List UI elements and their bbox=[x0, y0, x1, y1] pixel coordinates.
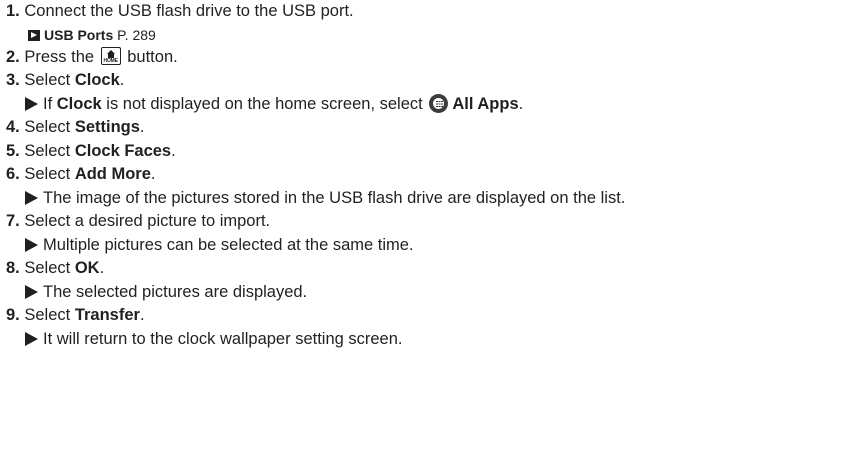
step-number: 5. bbox=[6, 141, 20, 160]
instruction-page: 1. Connect the USB flash drive to the US… bbox=[0, 0, 857, 459]
step-text-post: . bbox=[99, 259, 105, 277]
step-keyword: Clock bbox=[74, 71, 120, 89]
step-text-post: . bbox=[139, 306, 145, 324]
step-9-note: It will return to the clock wallpaper se… bbox=[6, 328, 857, 352]
step-text-pre: Press the bbox=[24, 47, 95, 66]
bullet-triangle-icon bbox=[25, 284, 38, 299]
step-number: 9. bbox=[6, 306, 20, 324]
step-number: 2. bbox=[6, 47, 20, 66]
step-text-pre: Select bbox=[24, 118, 71, 136]
step-7: 7. Select a desired picture to import. bbox=[6, 210, 857, 234]
step-9: 9. Select Transfer. bbox=[6, 304, 857, 328]
step-text-pre: Select bbox=[24, 141, 71, 160]
step-text-pre: Select bbox=[24, 71, 71, 89]
step-text-post: . bbox=[139, 118, 145, 136]
step-5: 5. Select Clock Faces. bbox=[6, 140, 857, 164]
reference-page: P. 289 bbox=[117, 26, 156, 43]
step-3-note: If Clock is not displayed on the home sc… bbox=[6, 93, 857, 117]
step-number: 1. bbox=[6, 2, 20, 20]
reference-link[interactable]: USB Ports bbox=[44, 27, 113, 43]
step-text-post: . bbox=[171, 141, 176, 160]
bullet-triangle-icon bbox=[25, 331, 38, 346]
note-text-pre: If bbox=[43, 94, 53, 113]
step-6-note: The image of the pictures stored in the … bbox=[6, 187, 857, 211]
note-keyword: Clock bbox=[56, 94, 102, 113]
step-1: 1. Connect the USB flash drive to the US… bbox=[6, 0, 857, 24]
reference-arrow-icon bbox=[28, 29, 40, 41]
step-keyword: Transfer bbox=[74, 306, 140, 324]
step-number: 3. bbox=[6, 71, 20, 89]
note-text: Multiple pictures can be selected at the… bbox=[43, 235, 414, 254]
bullet-triangle-icon bbox=[25, 190, 38, 205]
step-text-pre: Select bbox=[24, 306, 71, 324]
step-text: Connect the USB flash drive to the USB p… bbox=[24, 2, 354, 20]
note-text-mid: is not displayed on the home screen, sel… bbox=[106, 94, 423, 113]
step-text-post: . bbox=[119, 71, 125, 89]
note-text: The image of the pictures stored in the … bbox=[43, 188, 626, 207]
note-text: The selected pictures are displayed. bbox=[43, 282, 308, 301]
step-2: 2. Press the HOME button. bbox=[6, 46, 857, 70]
step-7-note: Multiple pictures can be selected at the… bbox=[6, 234, 857, 258]
step-number: 6. bbox=[6, 165, 20, 183]
step-8: 8. Select OK. bbox=[6, 257, 857, 281]
step-number: 4. bbox=[6, 118, 20, 136]
step-number: 8. bbox=[6, 259, 20, 277]
step-number: 7. bbox=[6, 212, 20, 230]
step-keyword: Clock Faces bbox=[74, 141, 172, 160]
step-4: 4. Select Settings. bbox=[6, 116, 857, 140]
step-3: 3. Select Clock. bbox=[6, 69, 857, 93]
step-1-reference[interactable]: USB Ports P. 289 bbox=[6, 24, 857, 46]
home-icon-label: HOME bbox=[103, 57, 118, 64]
bullet-triangle-icon bbox=[25, 237, 38, 252]
note-text-post: . bbox=[518, 94, 524, 113]
note-keyword-2: All Apps bbox=[452, 94, 519, 113]
step-keyword: Settings bbox=[74, 118, 140, 136]
step-text-post: . bbox=[150, 165, 156, 183]
bullet-triangle-icon bbox=[25, 96, 38, 111]
all-apps-icon bbox=[429, 93, 449, 113]
step-text-pre: Select bbox=[24, 259, 71, 277]
step-text-post: button. bbox=[127, 47, 178, 66]
note-text: It will return to the clock wallpaper se… bbox=[43, 329, 403, 348]
home-icon: HOME bbox=[100, 46, 121, 65]
step-keyword: Add More bbox=[74, 165, 151, 183]
step-text-pre: Select bbox=[24, 165, 71, 183]
step-keyword: OK bbox=[74, 259, 100, 277]
step-text: Select a desired picture to import. bbox=[24, 212, 271, 230]
step-8-note: The selected pictures are displayed. bbox=[6, 281, 857, 305]
step-6: 6. Select Add More. bbox=[6, 163, 857, 187]
